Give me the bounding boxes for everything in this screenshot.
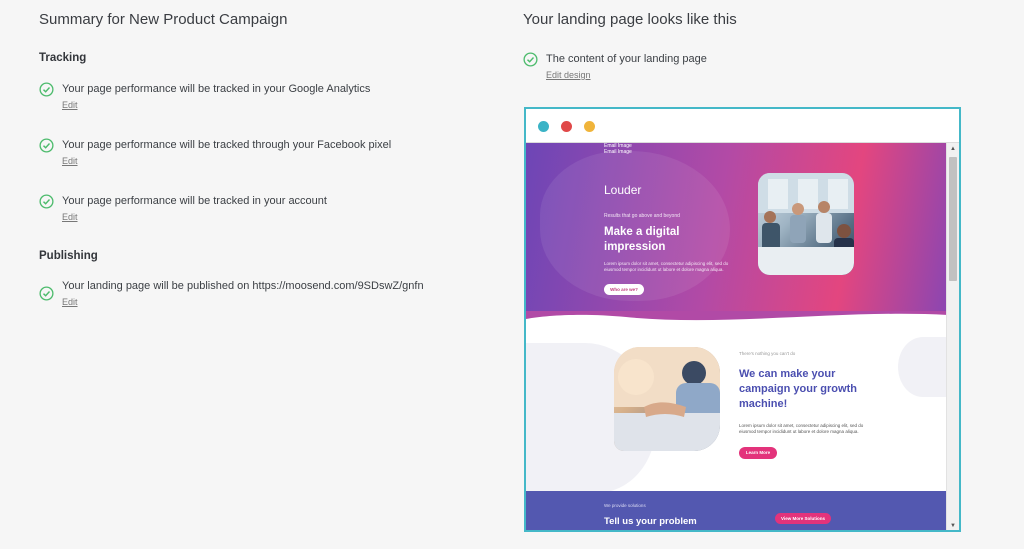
tracking-heading: Tracking — [39, 52, 87, 64]
scroll-down-arrow-icon[interactable]: ▼ — [950, 523, 956, 529]
edit-link[interactable]: Edit — [62, 212, 78, 222]
broken-image-text: Email Image Email Image — [604, 143, 632, 155]
hero-section: Email Image Email Image Louder Results t… — [526, 143, 948, 313]
publishing-item-text: Your landing page will be published on h… — [62, 280, 424, 292]
tracking-item-text: Your page performance will be tracked in… — [62, 83, 371, 95]
learn-more-button[interactable]: Learn More — [739, 447, 777, 459]
handshake-image — [614, 347, 720, 451]
solutions-tagline: We provide solutions — [604, 503, 646, 508]
check-circle-icon — [39, 138, 54, 153]
edit-design-link[interactable]: Edit design — [546, 70, 591, 80]
wave-divider — [526, 311, 948, 321]
hero-headline: Make a digital impression — [604, 226, 680, 253]
check-circle-icon — [523, 52, 538, 67]
check-circle-icon — [39, 82, 54, 97]
decorative-blob — [898, 337, 948, 397]
team-meeting-photo — [758, 173, 854, 275]
who-are-we-button[interactable]: Who are we? — [604, 284, 644, 295]
team-meeting-image — [758, 173, 854, 275]
growth-headline: We can make your campaign your growth ma… — [739, 368, 857, 410]
preview-scrollbar[interactable]: ▲ ▼ — [946, 143, 959, 530]
hero-tagline: Results that go above and beyond — [604, 213, 680, 219]
landing-page-preview: Email Image Email Image Louder Results t… — [524, 107, 961, 532]
summary-title: Summary for New Product Campaign — [39, 11, 288, 28]
tracking-item-text: Your page performance will be tracked th… — [62, 139, 392, 151]
window-dot-teal-icon — [538, 121, 549, 132]
view-more-solutions-button[interactable]: View More Solutions — [775, 513, 831, 524]
browser-titlebar — [526, 109, 959, 143]
hero-body-text: Lorem ipsum dolor sit amet, consectetur … — [604, 261, 729, 272]
solutions-headline: Tell us your problem — [604, 516, 697, 527]
window-dot-yellow-icon — [584, 121, 595, 132]
content-item-text: The content of your landing page — [546, 53, 707, 65]
check-circle-icon — [39, 286, 54, 301]
edit-link[interactable]: Edit — [62, 156, 78, 166]
window-dot-red-icon — [561, 121, 572, 132]
brand-logo: Louder — [604, 183, 642, 197]
solutions-section: We provide solutions Tell us your proble… — [526, 491, 948, 530]
scrollbar-thumb[interactable] — [949, 157, 957, 281]
handshake-photo — [614, 347, 720, 451]
preview-viewport: Email Image Email Image Louder Results t… — [526, 143, 948, 530]
growth-section: There's nothing you can't do We can make… — [526, 311, 948, 493]
publishing-heading: Publishing — [39, 250, 98, 262]
growth-tagline: There's nothing you can't do — [739, 351, 796, 356]
edit-link[interactable]: Edit — [62, 297, 78, 307]
check-circle-icon — [39, 194, 54, 209]
edit-link[interactable]: Edit — [62, 100, 78, 110]
growth-body-text: Lorem ipsum dolor sit amet, consectetur … — [739, 423, 864, 434]
tracking-item-text: Your page performance will be tracked in… — [62, 195, 327, 207]
preview-title: Your landing page looks like this — [523, 11, 737, 28]
scroll-up-arrow-icon[interactable]: ▲ — [950, 146, 956, 152]
